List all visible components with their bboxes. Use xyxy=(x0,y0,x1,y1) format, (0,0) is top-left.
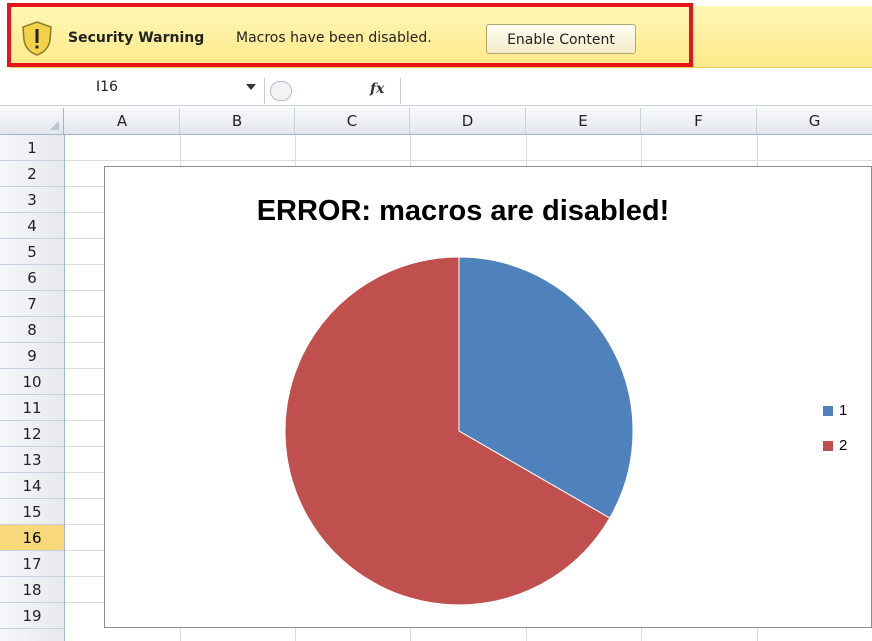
column-header[interactable]: G xyxy=(757,108,872,134)
column-header-row: A B C D E F G xyxy=(0,108,872,135)
row-header[interactable]: 2 xyxy=(0,161,64,187)
row-header[interactable]: 5 xyxy=(0,239,64,265)
legend-swatch xyxy=(823,406,833,417)
legend-label: 2 xyxy=(839,437,848,454)
column-header[interactable]: A xyxy=(65,108,180,134)
formula-bar: I16 fx xyxy=(0,77,872,106)
row-header[interactable]: 10 xyxy=(0,369,64,395)
legend-item[interactable]: 2 xyxy=(823,437,847,454)
column-header[interactable]: C xyxy=(295,108,410,134)
row-header[interactable]: 1 xyxy=(0,135,64,161)
column-header[interactable]: E xyxy=(526,108,641,134)
name-box[interactable] xyxy=(16,79,262,101)
row-header[interactable]: 12 xyxy=(0,421,64,447)
row-header[interactable]: 4 xyxy=(0,213,64,239)
formula-separator xyxy=(264,78,265,104)
row-header[interactable]: 17 xyxy=(0,551,64,577)
row-header[interactable]: 15 xyxy=(0,499,64,525)
pie-chart[interactable]: ERROR: macros are disabled! 12 xyxy=(104,166,872,628)
name-box-value: I16 xyxy=(96,79,118,95)
row-header[interactable]: 6 xyxy=(0,265,64,291)
row-header[interactable]: 7 xyxy=(0,291,64,317)
select-all-corner[interactable] xyxy=(0,108,64,134)
formula-separator-right xyxy=(400,78,401,104)
row-gridline xyxy=(65,160,872,161)
row-header-column: 1 2 3 4 5 6 7 8 9 10 11 12 13 14 15 16 17 18 19 xyxy=(0,135,65,641)
legend-swatch xyxy=(823,441,833,452)
column-header[interactable]: F xyxy=(641,108,757,134)
legend-item[interactable]: 1 xyxy=(823,402,847,419)
enable-content-button[interactable]: Enable Content xyxy=(486,24,636,54)
pie-plot xyxy=(284,256,634,606)
row-header[interactable]: 9 xyxy=(0,343,64,369)
security-warning-message: Macros have been disabled. xyxy=(236,30,432,46)
security-warning-title: Security Warning xyxy=(68,30,205,46)
column-header[interactable]: B xyxy=(180,108,295,134)
security-warning-bar: Security Warning Macros have been disabl… xyxy=(0,0,872,76)
row-header-active[interactable]: 16 xyxy=(0,525,64,551)
row-header[interactable]: 11 xyxy=(0,395,64,421)
row-header[interactable]: 13 xyxy=(0,447,64,473)
row-header[interactable]: 19 xyxy=(0,603,64,629)
select-all-icon xyxy=(50,121,59,130)
row-header[interactable]: 18 xyxy=(0,577,64,603)
shield-warning-icon xyxy=(22,21,52,56)
column-header[interactable]: D xyxy=(410,108,526,134)
row-header[interactable]: 8 xyxy=(0,317,64,343)
legend-label: 1 xyxy=(839,402,848,419)
name-box-dropdown-icon[interactable] xyxy=(246,84,256,90)
row-header[interactable]: 14 xyxy=(0,473,64,499)
formula-bar-grip-icon[interactable] xyxy=(270,81,292,101)
insert-function-icon[interactable]: fx xyxy=(370,81,384,97)
row-header[interactable]: 3 xyxy=(0,187,64,213)
